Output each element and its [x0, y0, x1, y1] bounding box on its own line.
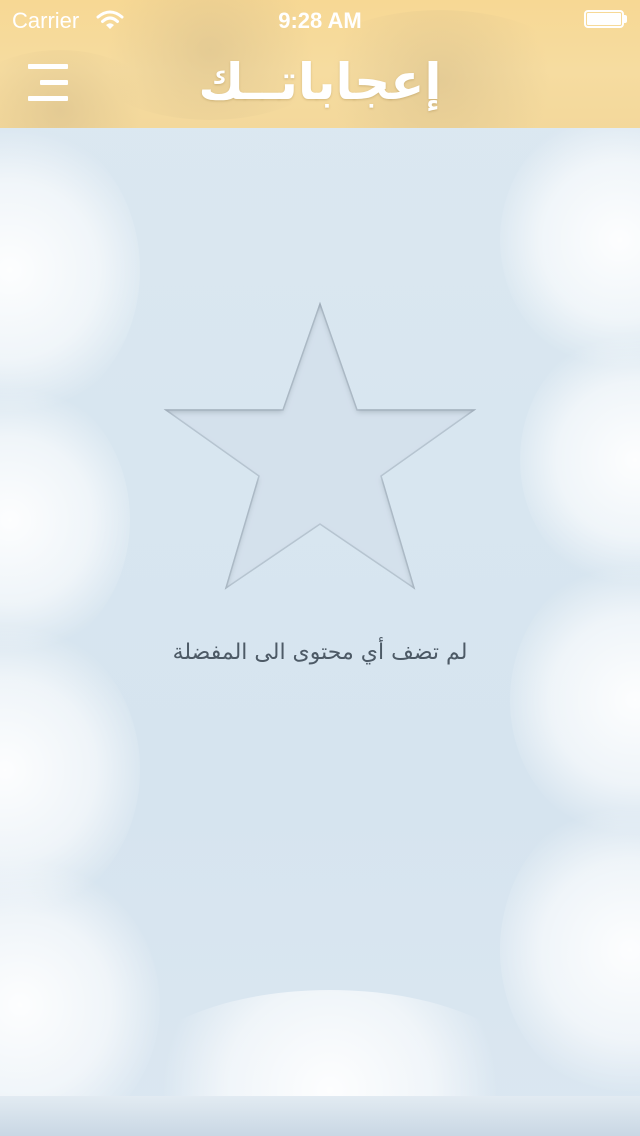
status-bar: Carrier 9:28 AM	[0, 0, 640, 40]
navigation-header: Carrier 9:28 AM إعجاباتــك	[0, 0, 640, 128]
hamburger-menu-icon[interactable]	[22, 62, 72, 104]
favorites-screen: Carrier 9:28 AM إعجاباتــك لم تضف أي محت…	[0, 0, 640, 1136]
status-time: 9:28 AM	[278, 8, 362, 33]
page-title: إعجاباتــك	[198, 53, 442, 111]
battery-icon	[584, 10, 628, 30]
star-icon	[160, 296, 480, 596]
empty-state-message: لم تضف أي محتوى الى المفضلة	[172, 640, 468, 665]
cloud-decoration	[0, 120, 140, 420]
cloud-decoration	[520, 330, 640, 590]
bottom-cloud-strip	[0, 1096, 640, 1136]
battery-level-fill	[587, 13, 621, 25]
cloud-decoration	[0, 380, 130, 660]
cloud-decoration	[510, 560, 640, 840]
